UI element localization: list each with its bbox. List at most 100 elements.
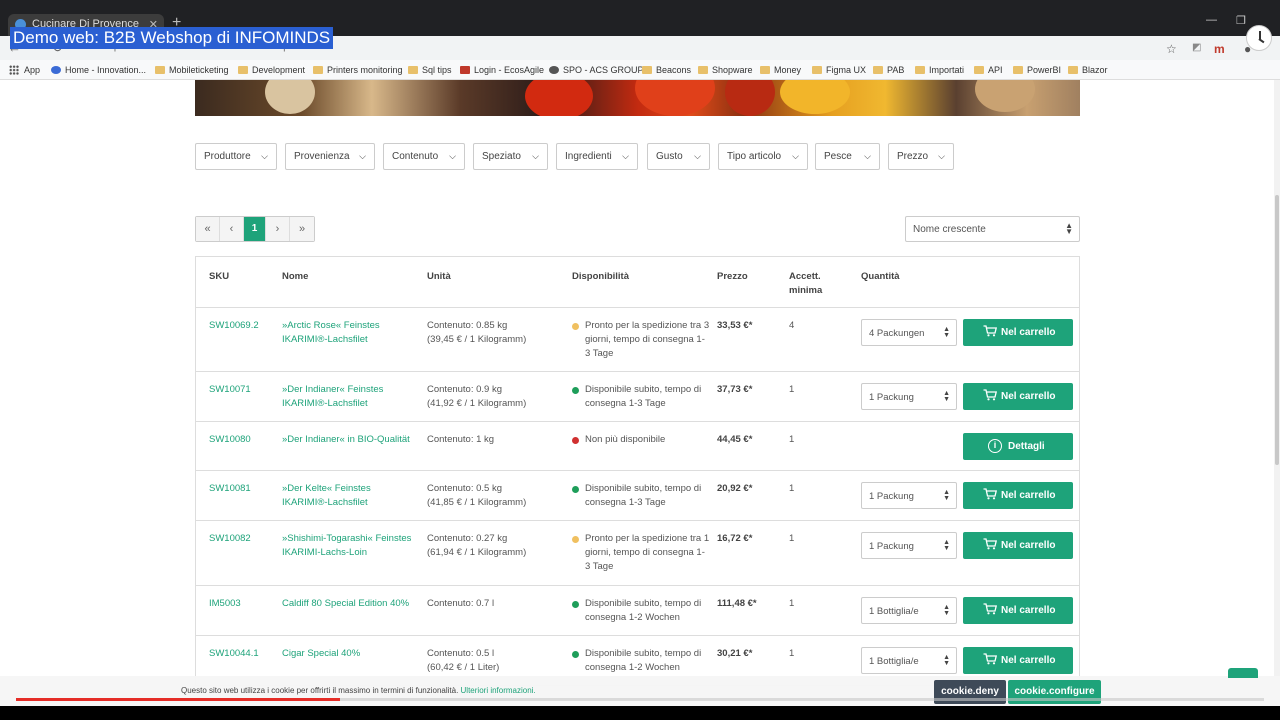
page-icon: [460, 66, 470, 74]
quantity-select[interactable]: 1 Bottiglia/e ▲ ▼: [861, 647, 957, 674]
unit-content: Contenuto: 0.9 kg: [427, 384, 502, 395]
extension-m-icon[interactable]: m: [1214, 42, 1225, 56]
quantity-select[interactable]: 1 Packung ▲ ▼: [861, 383, 957, 410]
filter-tipo-articolo[interactable]: Tipo articolo ⌵: [718, 143, 808, 170]
min-order: 1: [789, 533, 795, 544]
sku-link[interactable]: SW10080: [209, 433, 251, 447]
quantity-select[interactable]: 4 Packungen ▲ ▼: [861, 319, 957, 346]
folder-icon: [642, 66, 652, 74]
add-to-cart-button[interactable]: Nel carrello: [963, 482, 1073, 509]
bookmark-item[interactable]: Home - Innovation...: [51, 65, 146, 75]
sku-link[interactable]: SW10069.2: [209, 319, 259, 333]
watch-later-icon[interactable]: [1246, 25, 1272, 51]
scrollbar-thumb[interactable]: [1275, 195, 1279, 465]
bookmark-item[interactable]: Shopware: [698, 65, 753, 75]
first-page-button[interactable]: «: [196, 217, 220, 241]
add-to-cart-button[interactable]: Nel carrello: [963, 647, 1073, 674]
page-1-button[interactable]: 1: [244, 217, 266, 241]
quantity-select[interactable]: 1 Packung ▲ ▼: [861, 482, 957, 509]
status-dot-icon: [572, 536, 579, 543]
bookmark-item[interactable]: PAB: [873, 65, 904, 75]
star-icon[interactable]: ☆: [1166, 42, 1177, 56]
price: 30,21 €*: [717, 648, 753, 659]
chevron-down-icon: ⌵: [261, 151, 268, 161]
maximize-icon[interactable]: ❐: [1236, 14, 1246, 27]
product-name-link[interactable]: »Arctic Rose« Feinstes IKARIMI®-Lachsfil…: [282, 319, 417, 347]
scroll-to-top-button[interactable]: [1228, 668, 1258, 678]
sku-link[interactable]: IM5003: [209, 597, 241, 611]
filter-contenuto[interactable]: Contenuto ⌵: [383, 143, 465, 170]
unit-price: (61,94 € / 1 Kilogramm): [427, 547, 527, 558]
sku-link[interactable]: SW10081: [209, 482, 251, 496]
cookie-text: Questo sito web utilizza i cookie per of…: [181, 686, 536, 695]
bookmark-item[interactable]: Sql tips: [408, 65, 452, 75]
bookmark-item[interactable]: Money: [760, 65, 801, 75]
add-to-cart-button[interactable]: Nel carrello: [963, 532, 1073, 559]
select-arrows-icon: ▲ ▼: [943, 539, 950, 552]
filter-gusto[interactable]: Gusto ⌵: [647, 143, 710, 170]
info-icon: i: [988, 439, 1002, 453]
chevron-down-icon: ⌵: [449, 151, 456, 161]
filter-pesce[interactable]: Pesce ⌵: [815, 143, 880, 170]
folder-icon: [408, 66, 418, 74]
quantity-select[interactable]: 1 Packung ▲ ▼: [861, 532, 957, 559]
availability-text: Pronto per la spedizione tra 1 giorni, t…: [585, 533, 710, 572]
cart-icon: [983, 325, 997, 337]
product-name-link[interactable]: »Der Kelte« Feinstes IKARIMI®-Lachsfilet: [282, 482, 417, 510]
product-name-link[interactable]: Cigar Special 40%: [282, 647, 417, 661]
bookmark-item[interactable]: Beacons: [642, 65, 691, 75]
filter-provenienza[interactable]: Provenienza ⌵: [285, 143, 375, 170]
unit-info: Contenuto: 0.9 kg (41,92 € / 1 Kilogramm): [427, 383, 562, 411]
extension-icon[interactable]: ◩: [1192, 42, 1201, 53]
cookie-more-info-link[interactable]: Ulteriori informazioni.: [461, 686, 536, 695]
bookmark-item[interactable]: Printers monitoring: [313, 65, 403, 75]
availability-text: Non più disponibile: [585, 434, 666, 445]
sku-link[interactable]: SW10082: [209, 532, 251, 546]
price: 16,72 €*: [717, 533, 753, 544]
last-page-button[interactable]: »: [290, 217, 314, 241]
unit-price: (60,42 € / 1 Liter): [427, 662, 500, 673]
video-progress-bar[interactable]: [16, 698, 1264, 701]
availability-text: Disponibile subito, tempo di consegna 1-…: [585, 598, 702, 623]
sku-link[interactable]: SW10044.1: [209, 647, 259, 661]
bookmark-item[interactable]: Login - EcosAgile: [460, 65, 544, 75]
filter-prezzo[interactable]: Prezzo ⌵: [888, 143, 954, 170]
select-arrows-icon: ▲ ▼: [943, 654, 950, 667]
quantity-select[interactable]: 1 Bottiglia/e ▲ ▼: [861, 597, 957, 624]
bookmark-apps[interactable]: App: [9, 65, 40, 75]
page-scrollbar[interactable]: [1274, 80, 1280, 680]
status-dot-icon: [572, 323, 579, 330]
chevron-down-icon: ⌵: [694, 151, 701, 161]
unit-content: Contenuto: 0.5 l: [427, 648, 495, 659]
bookmark-item[interactable]: Development: [238, 65, 305, 75]
minimize-icon[interactable]: —: [1206, 14, 1217, 26]
next-page-button[interactable]: ›: [266, 217, 290, 241]
add-to-cart-button[interactable]: Nel carrello: [963, 597, 1073, 624]
bookmark-item[interactable]: Figma UX: [812, 65, 866, 75]
sku-link[interactable]: SW10071: [209, 383, 251, 397]
price: 20,92 €*: [717, 483, 753, 494]
filter-ingredienti[interactable]: Ingredienti ⌵: [556, 143, 638, 170]
sort-select[interactable]: Nome crescente ▲ ▼: [905, 216, 1080, 242]
add-to-cart-button[interactable]: Nel carrello: [963, 319, 1073, 346]
product-name-link[interactable]: »Shishimi-Togarashi« Feinstes IKARIMI-La…: [282, 532, 417, 560]
product-name-link[interactable]: »Der Indianer« in BIO-Qualität: [282, 433, 417, 447]
bookmark-item[interactable]: Mobileticketing: [155, 65, 229, 75]
bookmark-item[interactable]: PowerBI: [1013, 65, 1061, 75]
filter-produttore[interactable]: Produttore ⌵: [195, 143, 277, 170]
bookmark-item[interactable]: Blazor: [1068, 65, 1108, 75]
bookmark-item[interactable]: SPO - ACS GROUP: [549, 65, 644, 75]
details-button[interactable]: i Dettagli: [963, 433, 1073, 460]
add-to-cart-button[interactable]: Nel carrello: [963, 383, 1073, 410]
product-name-link[interactable]: Caldiff 80 Special Edition 40%: [282, 597, 417, 611]
price: 33,53 €*: [717, 320, 753, 331]
bookmark-item[interactable]: Importati: [915, 65, 964, 75]
folder-icon: [812, 66, 822, 74]
product-name-link[interactable]: »Der Indianer« Feinstes IKARIMI®-Lachsfi…: [282, 383, 417, 411]
availability-text: Disponibile subito, tempo di consegna 1-…: [585, 384, 702, 409]
cart-icon: [983, 603, 997, 615]
prev-page-button[interactable]: ‹: [220, 217, 244, 241]
bookmark-item[interactable]: API: [974, 65, 1003, 75]
availability-info: Pronto per la spedizione tra 3 giorni, t…: [572, 319, 710, 361]
filter-speziato[interactable]: Speziato ⌵: [473, 143, 548, 170]
